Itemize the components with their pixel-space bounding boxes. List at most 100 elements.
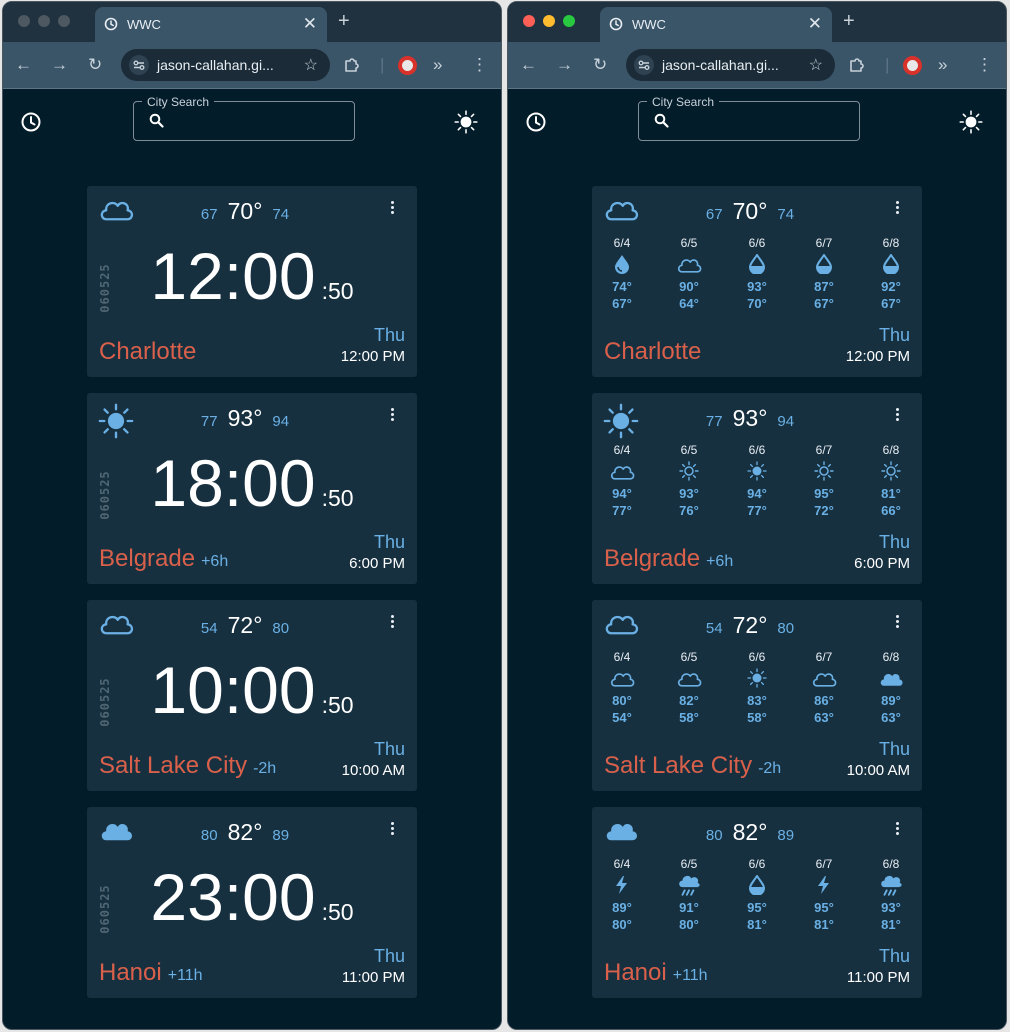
- new-tab-button[interactable]: +: [843, 10, 855, 33]
- card-menu-icon[interactable]: [890, 407, 904, 423]
- card-menu-icon[interactable]: [385, 407, 399, 423]
- extensions-icon[interactable]: [848, 56, 866, 78]
- weekday: Thu: [878, 325, 910, 345]
- zoom-window-button[interactable]: [58, 15, 70, 27]
- forecast-day: 6/4 74° 67°: [602, 236, 642, 312]
- extensions-icon[interactable]: [343, 56, 361, 78]
- time-seconds: :50: [321, 485, 354, 511]
- close-window-button[interactable]: [18, 15, 30, 27]
- city-search-field[interactable]: City Search: [133, 95, 355, 141]
- temp-low: 54: [200, 620, 218, 637]
- forward-icon[interactable]: →: [556, 56, 573, 74]
- clock-12h: 10:00 AM: [341, 762, 405, 779]
- more-extensions-icon[interactable]: »: [433, 56, 442, 74]
- forecast-date: 6/8: [882, 857, 900, 871]
- city-card[interactable]: 80 82° 89 060525 23:00:50 Hanoi +11h Thu …: [87, 807, 417, 998]
- card-menu-icon[interactable]: [385, 614, 399, 630]
- forecast-high: 94°: [612, 486, 632, 501]
- bookmark-star-icon[interactable]: ☆: [809, 55, 823, 75]
- forecast-date: 6/7: [815, 857, 833, 871]
- city-search-input[interactable]: [172, 111, 342, 133]
- history-icon[interactable]: [525, 111, 547, 133]
- city-card[interactable]: 54 72° 80 060525 10:00:50 Salt Lake City…: [87, 600, 417, 791]
- card-menu-icon[interactable]: [890, 200, 904, 216]
- site-settings-icon[interactable]: [129, 55, 149, 75]
- window-controls[interactable]: [18, 15, 70, 27]
- card-menu-icon[interactable]: [890, 821, 904, 837]
- back-icon[interactable]: ←: [15, 56, 32, 74]
- card-menu-icon[interactable]: [385, 821, 399, 837]
- city-card[interactable]: 67 70° 74 060525 12:00:50 Charlotte Thu …: [87, 186, 417, 377]
- close-tab-button[interactable]: ✕: [808, 14, 822, 34]
- card-menu-icon[interactable]: [890, 614, 904, 630]
- time-hours-minutes: 10:00: [150, 653, 316, 727]
- forecast-date: 6/5: [680, 236, 698, 250]
- city-card[interactable]: 54 72° 80 6/4 80° 54° 6/5 82° 58° 6/6 83…: [592, 600, 922, 791]
- city-label: Charlotte: [99, 338, 202, 366]
- forward-icon[interactable]: →: [51, 56, 68, 74]
- city-name: Hanoi: [99, 959, 162, 986]
- time-seconds: :50: [321, 278, 354, 304]
- temp-current: 93°: [227, 405, 263, 431]
- window-controls[interactable]: [523, 15, 575, 27]
- browser-tab[interactable]: WWC ✕: [600, 7, 832, 42]
- forecast-high: 86°: [814, 693, 834, 708]
- site-settings-icon[interactable]: [634, 55, 654, 75]
- theme-toggle-sun-icon[interactable]: [454, 110, 478, 139]
- lightning-icon: [602, 871, 642, 899]
- drop-half-icon: [737, 871, 777, 899]
- city-search-input[interactable]: [677, 111, 847, 133]
- reload-icon[interactable]: ↻: [88, 56, 102, 74]
- forecast-date: 6/8: [882, 443, 900, 457]
- forecast-date: 6/5: [680, 650, 698, 664]
- forecast-high: 95°: [814, 486, 834, 501]
- city-name: Belgrade: [604, 545, 701, 572]
- forecast-date: 6/7: [815, 236, 833, 250]
- extension-record-icon[interactable]: [398, 56, 417, 75]
- sun-outline-icon: [804, 457, 844, 485]
- city-card[interactable]: 80 82° 89 6/4 89° 80° 6/5 91° 80° 6/6 95…: [592, 807, 922, 998]
- forecast-high: 90°: [679, 279, 699, 294]
- forecast-high: 74°: [612, 279, 632, 294]
- close-window-button[interactable]: [523, 15, 535, 27]
- sun-outline-icon: [871, 457, 911, 485]
- browser-tab[interactable]: WWC ✕: [95, 7, 327, 42]
- forecast-date: 6/7: [815, 443, 833, 457]
- theme-toggle-sun-icon[interactable]: [959, 110, 983, 139]
- forecast-low: 72°: [814, 503, 834, 518]
- local-time: 18:00:50: [87, 445, 417, 521]
- minimize-window-button[interactable]: [543, 15, 555, 27]
- clock-12h: 6:00 PM: [854, 555, 910, 572]
- close-tab-button[interactable]: ✕: [303, 14, 317, 34]
- minimize-window-button[interactable]: [38, 15, 50, 27]
- browser-menu-icon[interactable]: ⋮: [976, 56, 993, 74]
- extension-record-icon[interactable]: [903, 56, 922, 75]
- city-card[interactable]: 67 70° 74 6/4 74° 67° 6/5 90° 64° 6/6 93…: [592, 186, 922, 377]
- more-extensions-icon[interactable]: »: [938, 56, 947, 74]
- back-icon[interactable]: ←: [520, 56, 537, 74]
- address-bar[interactable]: jason-callahan.gi... ☆: [626, 49, 835, 81]
- browser-menu-icon[interactable]: ⋮: [471, 56, 488, 74]
- reload-icon[interactable]: ↻: [593, 56, 607, 74]
- forecast-high: 93°: [679, 486, 699, 501]
- city-card[interactable]: 77 93° 94 6/4 94° 77° 6/5 93° 76° 6/6 94…: [592, 393, 922, 584]
- city-search-label: City Search: [142, 95, 215, 109]
- address-bar[interactable]: jason-callahan.gi... ☆: [121, 49, 330, 81]
- city-search-field[interactable]: City Search: [638, 95, 860, 141]
- city-card[interactable]: 77 93° 94 060525 18:00:50 Belgrade +6h Th…: [87, 393, 417, 584]
- forecast-date: 6/6: [748, 857, 766, 871]
- bookmark-star-icon[interactable]: ☆: [304, 55, 318, 75]
- temp-low: 67: [705, 206, 723, 223]
- forecast-low: 58°: [747, 710, 767, 725]
- forecast-high: 89°: [612, 900, 632, 915]
- city-name: Hanoi: [604, 959, 667, 986]
- history-icon[interactable]: [20, 111, 42, 133]
- forecast-low: 77°: [747, 503, 767, 518]
- forecast-low: 67°: [612, 296, 632, 311]
- city-name: Charlotte: [604, 338, 702, 365]
- zoom-window-button[interactable]: [563, 15, 575, 27]
- card-menu-icon[interactable]: [385, 200, 399, 216]
- forecast-day: 6/5 90° 64°: [669, 236, 709, 312]
- new-tab-button[interactable]: +: [338, 10, 350, 33]
- city-name: Belgrade: [99, 545, 196, 572]
